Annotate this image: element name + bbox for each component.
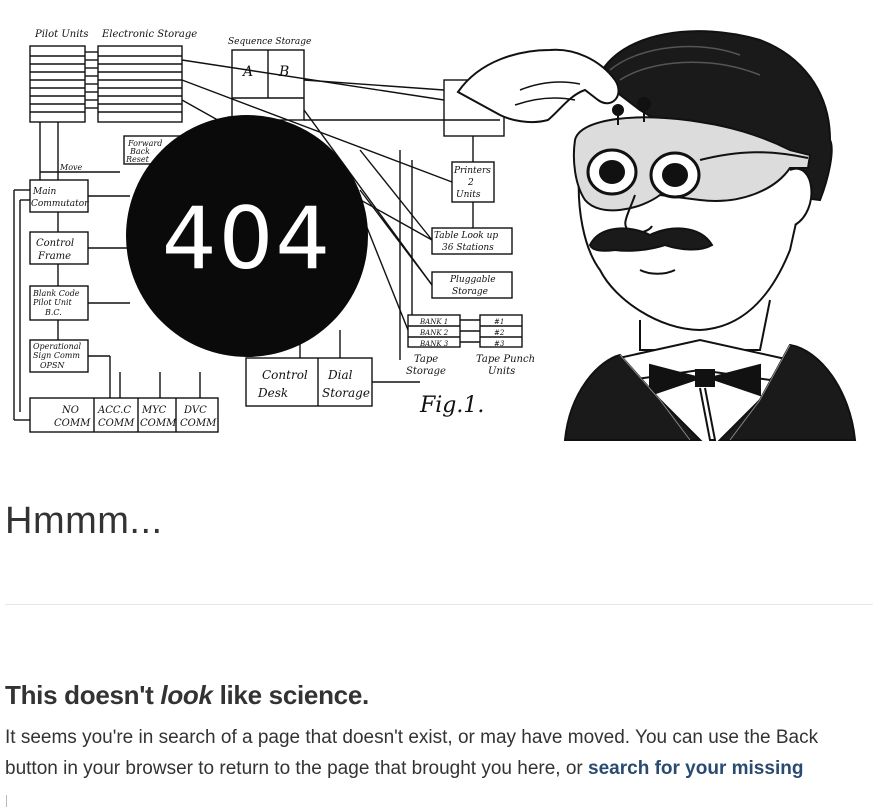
printers-label-3: Units xyxy=(456,190,481,200)
table-lookup-label-2: 36 Stations xyxy=(442,243,494,253)
tape-storage-1: Tape xyxy=(414,354,438,365)
blank-code-label-3: B.C. xyxy=(44,308,62,317)
comm-acc: ACC.C xyxy=(97,405,131,416)
table-lookup-label-1: Table Look up xyxy=(434,231,498,241)
tape-punch-2: Units xyxy=(488,366,515,377)
electronic-storage-label: Electronic Storage xyxy=(101,29,197,40)
blank-code-label-1: Blank Code xyxy=(32,289,80,298)
control-frame-label-1: Control xyxy=(36,238,74,249)
error-description: It seems you're in search of a page that… xyxy=(5,722,865,784)
search-link[interactable]: search for your missing xyxy=(588,758,803,779)
bank-1: BANK 1 xyxy=(419,318,448,326)
commutator-label: Commutator xyxy=(31,199,89,209)
bank-2: BANK 2 xyxy=(419,329,449,337)
pilot-units-label: Pilot Units xyxy=(34,29,89,40)
hmm-heading: Hmmm... xyxy=(5,500,163,542)
pilot-units-block xyxy=(29,45,86,123)
control-frame-label-2: Frame xyxy=(37,251,71,262)
page-headline: This doesn't look like science. xyxy=(5,680,369,711)
operational-label-1: Operational xyxy=(33,342,82,351)
bank-3: BANK 3 xyxy=(419,340,449,348)
pluggable-label-1: Pluggable xyxy=(449,275,496,285)
main-commutator-label: Main xyxy=(32,187,56,197)
headline-before: This doesn't xyxy=(5,680,161,710)
printers-label-2: 2 xyxy=(467,178,474,188)
move-label: Move xyxy=(59,163,83,172)
electronic-storage-block xyxy=(97,45,183,123)
operational-label-2: Sign Comm xyxy=(33,351,80,360)
comm-myc: MYC xyxy=(141,405,167,416)
fig-label: Fig.1. xyxy=(419,393,484,418)
comm-myc-2: COMM xyxy=(140,418,177,429)
dial-storage-label-2: Storage xyxy=(322,386,370,400)
seq-b: B xyxy=(278,64,289,80)
punch-3: #3 xyxy=(494,340,505,348)
printers-label-1: Printers xyxy=(453,166,491,176)
pilot-rows xyxy=(30,55,85,113)
blank-code-label-2: Pilot Unit xyxy=(32,298,73,307)
tape-storage-2: Storage xyxy=(406,366,446,377)
text-continuation-mark xyxy=(6,795,7,807)
404-text: 404 xyxy=(162,189,332,289)
comm-dvc: DVC xyxy=(183,405,207,416)
divider xyxy=(5,604,873,605)
pilot-to-es-links xyxy=(85,51,98,109)
operational-label-3: OPSN xyxy=(40,361,65,370)
comm-acc-2: COMM xyxy=(98,418,135,429)
punch-1: #1 xyxy=(494,318,504,326)
comm-dvc-2: COMM xyxy=(180,418,217,429)
reset-label: Reset xyxy=(125,155,150,164)
sequence-storage-label: Sequence Storage xyxy=(228,37,311,47)
punch-2: #2 xyxy=(494,329,505,337)
comm-no-2: COMM xyxy=(54,418,91,429)
es-rows xyxy=(98,55,182,113)
seq-a: A xyxy=(241,64,253,80)
headline-after: like science. xyxy=(212,680,370,710)
control-desk-label-2: Desk xyxy=(257,386,288,400)
hero-svg: Pilot Units Electronic Storage Sequence … xyxy=(13,29,857,441)
pluggable-label-2: Storage xyxy=(452,287,488,297)
hero-illustration: Pilot Units Electronic Storage Sequence … xyxy=(0,0,873,460)
control-desk-label-1: Control xyxy=(262,368,308,382)
tape-punch-1: Tape Punch xyxy=(476,354,535,365)
goggles-man-illustration xyxy=(456,30,857,441)
headline-italic: look xyxy=(160,680,213,710)
comm-no: NO xyxy=(61,405,79,416)
dial-storage-label-1: Dial xyxy=(327,368,353,382)
